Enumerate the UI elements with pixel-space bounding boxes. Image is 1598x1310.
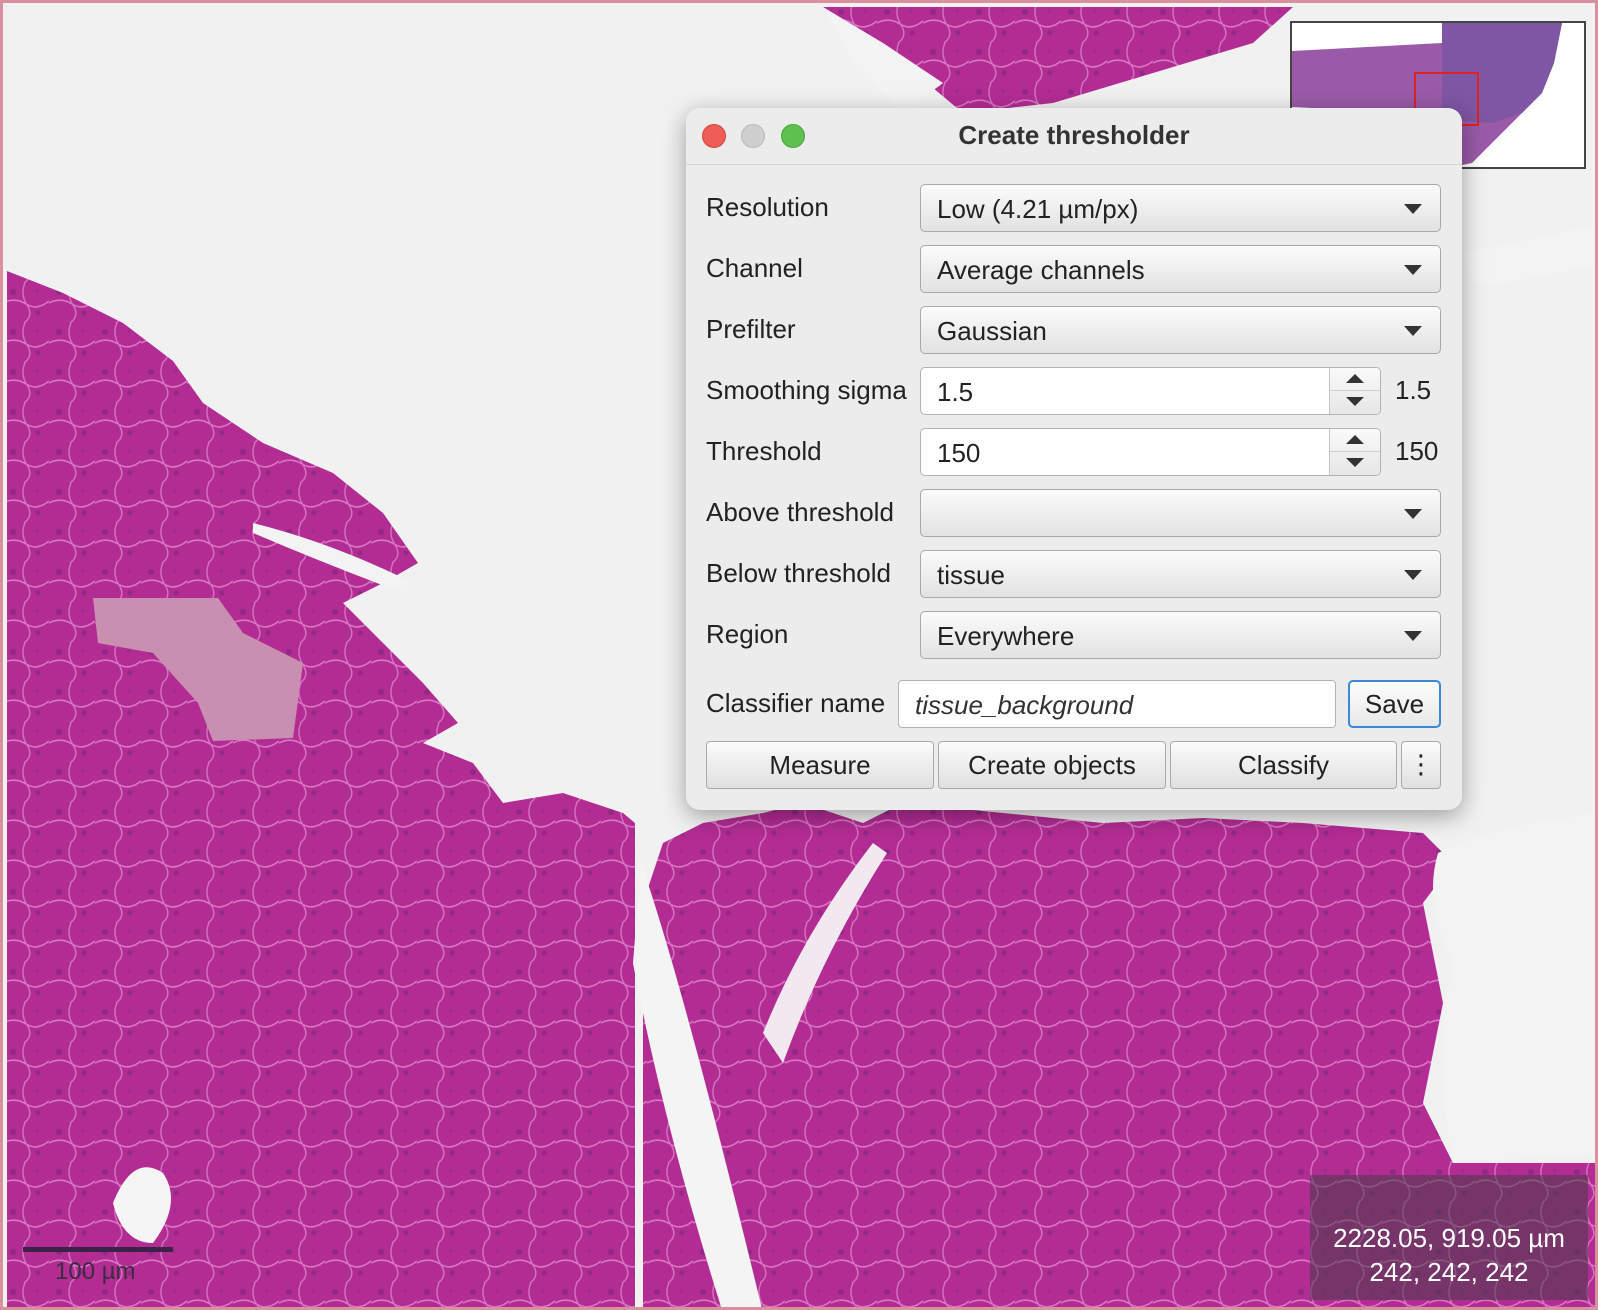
pixel-value: 242, 242, 242: [1369, 1257, 1529, 1287]
threshold-value: 150: [937, 438, 981, 468]
channel-select[interactable]: Average channels: [920, 245, 1441, 293]
below-threshold-label: Below threshold: [706, 558, 891, 588]
classifier-name-label: Classifier name: [706, 688, 886, 718]
chevron-down-icon: [1404, 509, 1422, 519]
threshold-spinner[interactable]: 150: [920, 428, 1381, 476]
create-thresholder-dialog: Create thresholder Resolution Low (4.21 …: [686, 108, 1462, 810]
below-threshold-value: tissue: [937, 560, 1005, 590]
classify-button[interactable]: Classify: [1170, 741, 1397, 789]
resolution-label: Resolution: [706, 192, 829, 222]
chevron-down-icon: [1404, 265, 1422, 275]
prefilter-value: Gaussian: [937, 316, 1047, 346]
scale-bar-line: [23, 1247, 173, 1252]
region-select[interactable]: Everywhere: [920, 611, 1441, 659]
resolution-select[interactable]: Low (4.21 µm/px): [920, 184, 1441, 232]
threshold-label: Threshold: [706, 436, 822, 466]
above-threshold-label: Above threshold: [706, 497, 894, 527]
spin-down-icon: [1346, 458, 1364, 467]
channel-label: Channel: [706, 253, 803, 283]
measure-button[interactable]: Measure: [706, 741, 934, 789]
title-bar[interactable]: Create thresholder: [686, 108, 1462, 165]
spin-up-icon: [1346, 374, 1364, 383]
dialog-title: Create thresholder: [958, 120, 1190, 150]
spin-down-button[interactable]: [1330, 452, 1380, 475]
above-threshold-select[interactable]: [920, 489, 1441, 537]
spinner-buttons: [1329, 429, 1380, 475]
smoothing-sigma-label: Smoothing sigma: [706, 375, 907, 405]
chevron-down-icon: [1404, 204, 1422, 214]
classifier-name-input[interactable]: tissue_background: [898, 680, 1336, 728]
smoothing-sigma-value: 1.5: [937, 377, 974, 407]
below-threshold-select[interactable]: tissue: [920, 550, 1441, 598]
spin-up-button[interactable]: [1330, 368, 1380, 391]
resolution-value: Low (4.21 µm/px): [937, 194, 1139, 224]
more-vertical-icon[interactable]: ⋮: [1401, 741, 1441, 789]
create-objects-button[interactable]: Create objects: [938, 741, 1166, 789]
save-button[interactable]: Save: [1348, 680, 1441, 728]
prefilter-select[interactable]: Gaussian: [920, 306, 1441, 354]
region-label: Region: [706, 619, 789, 649]
cursor-readout: 2228.05, 919.05 µm 242, 242, 242: [1310, 1175, 1588, 1300]
prefilter-label: Prefilter: [706, 314, 796, 344]
smoothing-sigma-readout: 1.5: [1395, 375, 1432, 405]
spin-down-icon: [1346, 397, 1364, 406]
spin-up-icon: [1346, 435, 1364, 444]
chevron-down-icon: [1404, 570, 1422, 580]
classifier-name-value: tissue_background: [915, 690, 1134, 720]
channel-value: Average channels: [937, 255, 1145, 285]
chevron-down-icon: [1404, 631, 1422, 641]
scale-bar-label: 100 µm: [55, 1258, 136, 1285]
cursor-position: 2228.05, 919.05 µm: [1333, 1223, 1565, 1253]
region-value: Everywhere: [937, 621, 1075, 651]
scale-bar: 100 µm: [23, 1247, 173, 1286]
spin-down-button[interactable]: [1330, 391, 1380, 414]
threshold-readout: 150: [1395, 436, 1439, 466]
spinner-buttons: [1329, 368, 1380, 414]
spin-up-button[interactable]: [1330, 429, 1380, 452]
chevron-down-icon: [1404, 326, 1422, 336]
smoothing-sigma-spinner[interactable]: 1.5: [920, 367, 1381, 415]
